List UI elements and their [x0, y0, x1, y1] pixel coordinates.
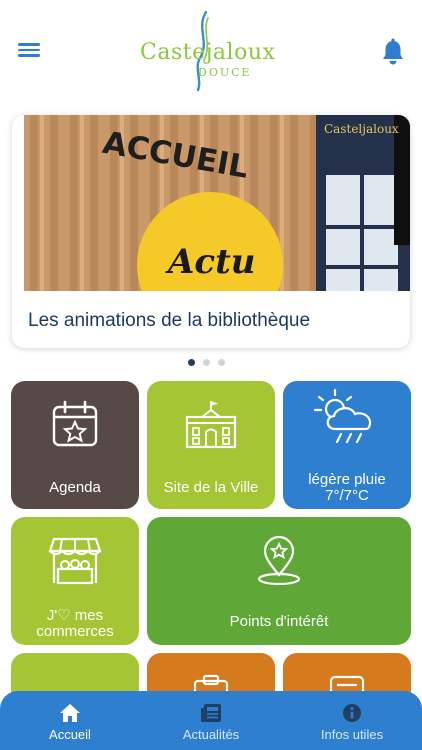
tab-accueil[interactable]: Accueil: [0, 691, 140, 750]
home-icon: [60, 704, 80, 722]
city-logo: Castejaloux DOUCE: [130, 8, 290, 92]
app-screen: Castejaloux DOUCE ACCUEIL Actu Casteljal…: [0, 0, 422, 750]
calendar-star-icon: [52, 400, 98, 447]
tile-site-ville[interactable]: Site de la Ville: [147, 381, 275, 509]
newspaper-icon: [201, 704, 221, 722]
hamburger-menu-icon[interactable]: [18, 40, 40, 62]
town-hall-icon: [185, 401, 237, 449]
tile-points-interet[interactable]: Points d'intérêt: [147, 517, 411, 645]
sun-cloud-rain-icon: [313, 388, 372, 444]
weather-temperature: 7°/7°C: [325, 487, 369, 504]
info-circle-icon: [343, 704, 361, 722]
tile-commerces[interactable]: J'♡ mes commerces: [11, 517, 139, 645]
tile-commerces-label-2: commerces: [36, 623, 114, 640]
logo-sub-text: DOUCE: [198, 66, 252, 79]
news-title: Les animations de la bibliothèque: [28, 310, 311, 331]
app-header: Castejaloux DOUCE: [0, 0, 422, 104]
carousel-dot-2[interactable]: [203, 359, 210, 366]
carousel-dot-1[interactable]: [188, 359, 195, 366]
news-carousel-card[interactable]: ACCUEIL Actu Casteljaloux Les animations…: [12, 115, 410, 348]
tile-weather[interactable]: légère pluie 7°/7°C: [283, 381, 411, 509]
tab-infos-label: Infos utiles: [320, 727, 384, 742]
actu-badge-text: Actu: [165, 242, 256, 282]
tile-site-label: Site de la Ville: [163, 479, 259, 496]
carousel-pagination[interactable]: [188, 359, 225, 366]
map-pin-star-icon: [257, 535, 301, 585]
tile-commerces-label-1: J'♡ mes: [46, 607, 104, 624]
weather-description: légère pluie: [308, 471, 386, 488]
notification-bell-icon[interactable]: [380, 38, 406, 66]
tile-agenda-label: Agenda: [49, 479, 101, 496]
tile-points-label: Points d'intérêt: [229, 613, 329, 630]
tab-accueil-label: Accueil: [49, 727, 91, 742]
news-image: ACCUEIL Actu Casteljaloux: [24, 115, 410, 291]
tab-actualites[interactable]: Actualités: [141, 691, 281, 750]
tab-infos-utiles[interactable]: Infos utiles: [282, 691, 422, 750]
market-stall-icon: [48, 537, 102, 585]
photo-brand-text: Casteljaloux: [324, 122, 399, 136]
tab-actualites-label: Actualités: [182, 727, 240, 742]
logo-main-text: Castejaloux: [140, 40, 276, 65]
tile-agenda[interactable]: Agenda: [11, 381, 139, 509]
bottom-tab-bar: Accueil Actualités Infos utiles: [0, 691, 422, 750]
carousel-dot-3[interactable]: [218, 359, 225, 366]
news-photo: ACCUEIL Actu Casteljaloux: [24, 115, 410, 291]
